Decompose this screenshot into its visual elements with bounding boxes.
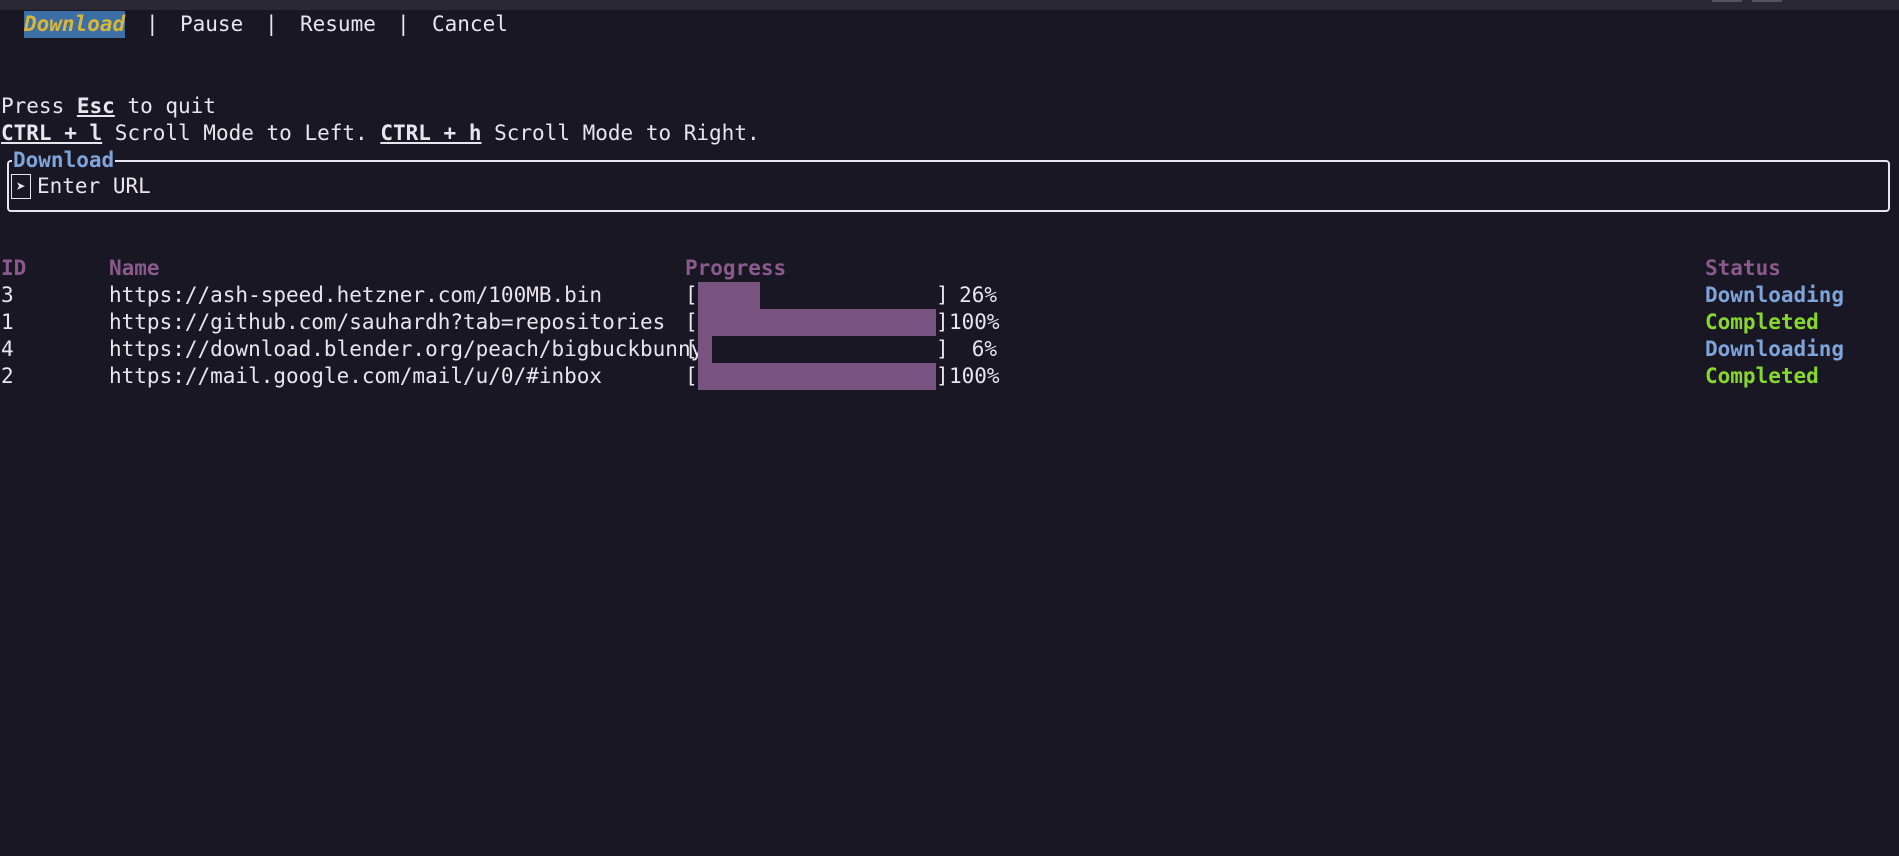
progress-bracket-right: ] <box>936 310 949 334</box>
row-id: 1 <box>1 310 14 334</box>
row-id: 4 <box>1 337 14 361</box>
url-input-box[interactable] <box>7 160 1890 212</box>
progress-bar-fill <box>698 363 936 390</box>
column-header-id: ID <box>1 256 27 280</box>
help-text: Scroll Mode to Right. <box>481 121 760 145</box>
status-badge: Downloading <box>1705 283 1845 307</box>
tab-resume[interactable]: Resume <box>300 11 376 38</box>
url-input-placeholder[interactable]: Enter URL <box>37 173 151 200</box>
progress-bar <box>698 282 936 309</box>
column-header-progress: Progress <box>685 256 787 280</box>
help-key-ctrl-l: CTRL + l <box>1 121 103 145</box>
progress-bar-fill <box>698 282 760 309</box>
tab-pause[interactable]: Pause <box>180 11 243 38</box>
progress-percent: 26% <box>959 283 997 307</box>
progress-bar-fill <box>698 336 713 363</box>
prompt-arrow-icon: ➤ <box>11 174 31 199</box>
help-text: Press <box>1 94 77 118</box>
tab-separator: | <box>397 12 410 36</box>
url-input-title: Download <box>12 147 116 174</box>
progress-bar <box>698 363 936 390</box>
window-control-button[interactable] <box>1712 0 1742 2</box>
status-badge: Completed <box>1705 364 1819 388</box>
progress-bracket-left: [ <box>685 310 698 334</box>
progress-bracket-right: ] <box>936 283 949 307</box>
help-key-esc: Esc <box>76 94 115 118</box>
row-name: https://download.blender.org/peach/bigbu… <box>109 337 704 361</box>
window-control-button[interactable] <box>1752 0 1782 2</box>
row-name: https://github.com/sauhardh?tab=reposito… <box>109 310 666 334</box>
progress-bracket-right: ] <box>936 364 949 388</box>
column-header-status: Status <box>1705 256 1781 280</box>
progress-bracket-right: ] <box>936 337 949 361</box>
window-title-bar <box>0 0 1899 10</box>
row-name: https://mail.google.com/mail/u/0/#inbox <box>109 364 603 388</box>
progress-bar <box>698 336 936 363</box>
row-id: 2 <box>1 364 14 388</box>
progress-bracket-left: [ <box>685 283 698 307</box>
status-badge: Completed <box>1705 310 1819 334</box>
help-text: Scroll Mode to Left. <box>102 121 381 145</box>
progress-percent: 6% <box>971 337 997 361</box>
row-id: 3 <box>1 283 14 307</box>
progress-bracket-left: [ <box>685 364 698 388</box>
help-scroll-line: CTRL + l Scroll Mode to Left. CTRL + h S… <box>1 120 760 147</box>
progress-bracket-left: [ <box>685 337 698 361</box>
tab-download[interactable]: Download <box>24 11 126 38</box>
tab-cancel[interactable]: Cancel <box>432 11 508 38</box>
tab-separator: | <box>146 12 159 36</box>
help-text: to quit <box>114 94 216 118</box>
row-name: https://ash-speed.hetzner.com/100MB.bin <box>109 283 603 307</box>
help-key-ctrl-h: CTRL + h <box>380 121 482 145</box>
column-header-name: Name <box>109 256 160 280</box>
status-badge: Downloading <box>1705 337 1845 361</box>
progress-percent: 100% <box>949 364 1000 388</box>
progress-percent: 100% <box>949 310 1000 334</box>
tab-separator: | <box>265 12 278 36</box>
progress-bar-fill <box>698 309 936 336</box>
progress-bar <box>698 309 936 336</box>
help-quit-line: Press Esc to quit <box>1 93 216 120</box>
